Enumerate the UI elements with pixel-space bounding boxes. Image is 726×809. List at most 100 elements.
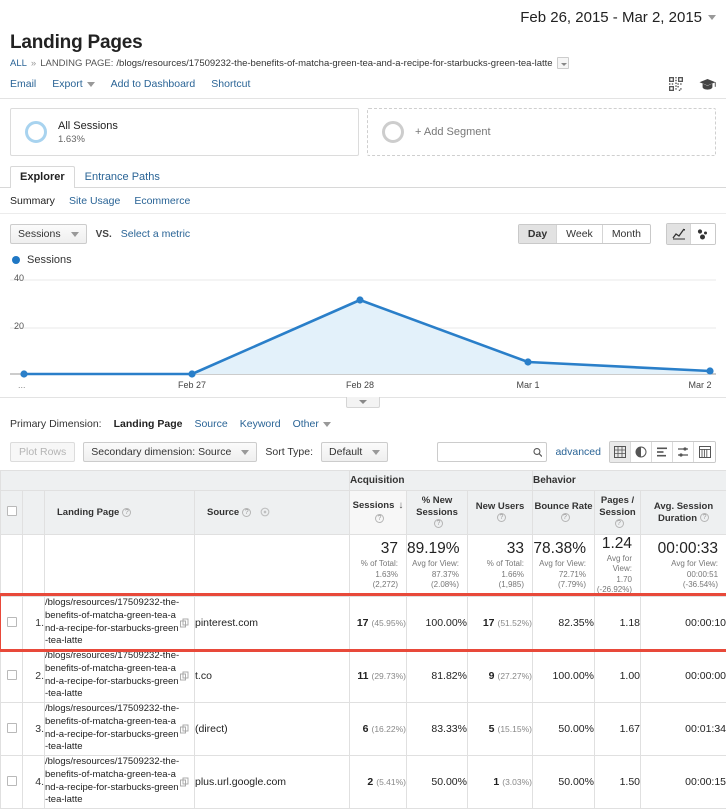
row-sessions-cell: 11(29.73%) [350, 649, 407, 702]
external-link-icon[interactable] [180, 724, 189, 733]
motion-chart-icon[interactable] [691, 224, 715, 244]
table-row[interactable]: 4. /blogs/resources/17509232-the-benefit… [1, 755, 726, 808]
primary-dimension-keyword[interactable]: Keyword [240, 418, 281, 430]
row-source[interactable]: (direct) [195, 702, 350, 755]
column-header-landing-page[interactable]: Landing Page? [45, 491, 195, 535]
table-search[interactable] [437, 442, 547, 462]
gear-icon[interactable] [260, 507, 270, 517]
column-header-sessions-label: Sessions [353, 500, 395, 511]
qr-code-icon[interactable] [669, 77, 683, 91]
row-pages-session: 1.67 [595, 702, 641, 755]
help-icon[interactable]: ? [434, 519, 443, 528]
granularity-week[interactable]: Week [557, 225, 603, 243]
column-header-avg-session-duration[interactable]: Avg. Session Duration? [641, 491, 726, 535]
granularity-day[interactable]: Day [519, 225, 557, 243]
row-landing-page-cell[interactable]: /blogs/resources/17509232-the-benefits-o… [45, 702, 195, 755]
subtab-summary[interactable]: Summary [10, 195, 55, 207]
line-chart-icon[interactable] [667, 224, 691, 244]
table-view-icon[interactable] [610, 442, 631, 462]
help-icon[interactable]: ? [375, 514, 384, 523]
sort-type-select[interactable]: Default [321, 442, 388, 462]
table-row[interactable]: 2. /blogs/resources/17509232-the-benefit… [1, 649, 726, 702]
chart-points [10, 270, 716, 380]
help-icon[interactable]: ? [561, 513, 570, 522]
table-row[interactable]: 3. /blogs/resources/17509232-the-benefit… [1, 702, 726, 755]
export-button[interactable]: Export [52, 78, 94, 90]
add-segment-button[interactable]: + Add Segment [367, 108, 716, 156]
external-link-icon[interactable] [180, 671, 189, 680]
column-header-source[interactable]: Source? [195, 491, 350, 535]
row-sessions-cell: 17(45.95%) [350, 596, 407, 649]
row-checkbox[interactable] [7, 776, 17, 786]
help-icon[interactable]: ? [615, 519, 624, 528]
shortcut-button[interactable]: Shortcut [211, 78, 250, 90]
performance-view-icon[interactable] [652, 442, 673, 462]
row-landing-page: /blogs/resources/17509232-the-benefits-o… [45, 650, 194, 701]
subtab-ecommerce[interactable]: Ecommerce [134, 195, 190, 207]
row-index: 1. [23, 596, 45, 649]
advanced-link[interactable]: advanced [555, 446, 601, 458]
email-button[interactable]: Email [10, 78, 36, 90]
row-landing-page-cell[interactable]: /blogs/resources/17509232-the-benefits-o… [45, 755, 195, 808]
plot-rows-button[interactable]: Plot Rows [10, 442, 75, 462]
help-icon[interactable]: ? [497, 513, 506, 522]
row-source[interactable]: pinterest.com [195, 596, 350, 649]
totals-avg-session-duration-value: 00:00:33 [641, 540, 726, 557]
tab-explorer[interactable]: Explorer [10, 166, 75, 188]
column-header-bounce-rate[interactable]: Bounce Rate ? [533, 491, 595, 535]
primary-dimension-source[interactable]: Source [194, 418, 227, 430]
help-icon[interactable]: ? [242, 508, 251, 517]
external-link-icon[interactable] [180, 777, 189, 786]
breadcrumb-all[interactable]: ALL [10, 58, 27, 69]
breadcrumb-dropdown-button[interactable] [557, 57, 569, 69]
row-checkbox[interactable] [7, 723, 17, 733]
totals-sessions-value: 37 [350, 540, 406, 557]
date-range-picker[interactable]: Feb 26, 2015 - Mar 2, 2015 [520, 9, 716, 26]
graduation-cap-icon[interactable] [699, 78, 716, 91]
subtab-site-usage[interactable]: Site Usage [69, 195, 120, 207]
select-a-metric-link[interactable]: Select a metric [121, 228, 190, 240]
metric-select[interactable]: Sessions [10, 224, 87, 244]
pivot-view-icon[interactable] [694, 442, 715, 462]
column-header-new-users[interactable]: New Users ? [468, 491, 533, 535]
column-header-source-label: Source [207, 507, 239, 518]
row-avg-session-duration: 00:00:10 [641, 596, 726, 649]
pie-chart-view-icon[interactable] [631, 442, 652, 462]
column-header-pages-session[interactable]: Pages / Session ? [595, 491, 641, 535]
select-all-checkbox-cell[interactable] [1, 491, 23, 535]
chevron-down-icon [708, 15, 716, 20]
table-row[interactable]: 1. /blogs/resources/17509232-the-benefit… [1, 596, 726, 649]
column-header-pct-new-sessions[interactable]: % New Sessions ? [407, 491, 468, 535]
chart-collapse-handle[interactable] [346, 397, 380, 408]
select-all-checkbox[interactable] [7, 506, 17, 516]
row-checkbox-cell[interactable] [1, 702, 23, 755]
totals-sessions-cell: 37 % of Total: 1.63% (2,272) [350, 535, 407, 597]
sessions-line-chart[interactable]: 40 20 [10, 270, 716, 380]
search-input[interactable] [442, 446, 532, 459]
row-checkbox[interactable] [7, 617, 17, 627]
granularity-month[interactable]: Month [603, 225, 650, 243]
help-icon[interactable]: ? [700, 513, 709, 522]
column-header-sessions[interactable]: Sessions↓ ? [350, 491, 407, 535]
secondary-dimension-select[interactable]: Secondary dimension: Source [83, 442, 257, 462]
primary-dimension-other[interactable]: Other [293, 418, 331, 430]
help-icon[interactable]: ? [122, 508, 131, 517]
granularity-group: Day Week Month [518, 224, 651, 244]
add-to-dashboard-button[interactable]: Add to Dashboard [111, 78, 196, 90]
row-checkbox-cell[interactable] [1, 649, 23, 702]
comparison-view-icon[interactable] [673, 442, 694, 462]
row-checkbox[interactable] [7, 670, 17, 680]
external-link-icon[interactable] [180, 618, 189, 627]
chart-type-group [666, 223, 716, 245]
primary-dimension-current[interactable]: Landing Page [114, 418, 183, 430]
row-landing-page-cell[interactable]: /blogs/resources/17509232-the-benefits-o… [45, 649, 195, 702]
row-landing-page-cell[interactable]: /blogs/resources/17509232-the-benefits-o… [45, 596, 195, 649]
row-checkbox-cell[interactable] [1, 755, 23, 808]
row-new-users-pct: (51.52%) [498, 618, 533, 628]
tab-entrance-paths[interactable]: Entrance Paths [75, 166, 170, 188]
row-checkbox-cell[interactable] [1, 596, 23, 649]
row-source[interactable]: plus.url.google.com [195, 755, 350, 808]
segment-all-sessions[interactable]: All Sessions 1.63% [10, 108, 359, 156]
row-source[interactable]: t.co [195, 649, 350, 702]
page-title: Landing Pages [0, 30, 726, 57]
